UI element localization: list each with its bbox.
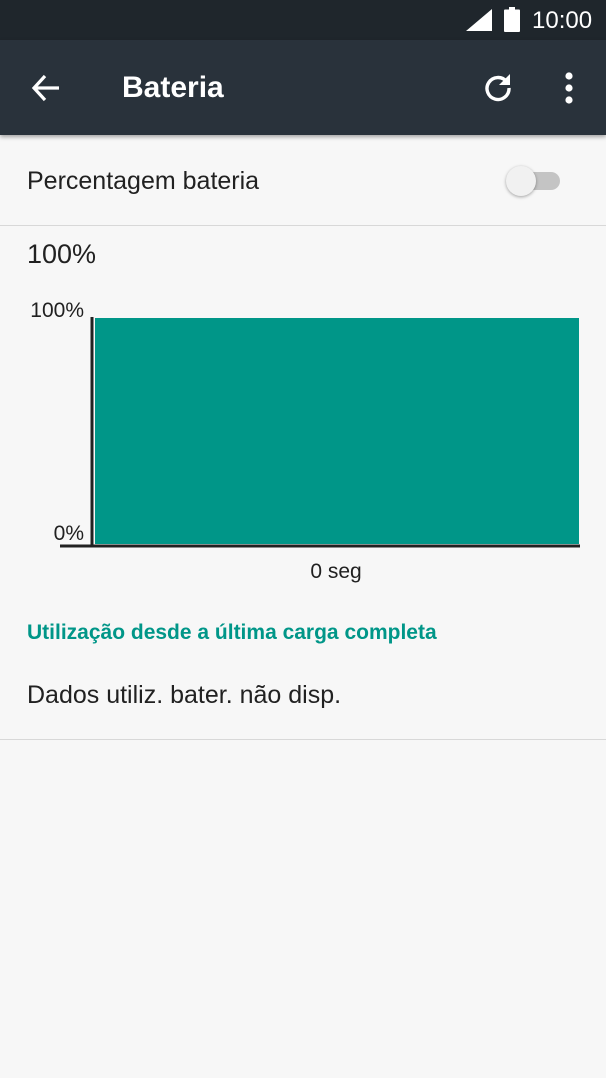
more-vert-icon[interactable] — [556, 70, 582, 106]
battery-percentage-row[interactable]: Percentagem bateria — [0, 135, 606, 226]
divider — [0, 739, 606, 740]
battery-full-icon — [504, 7, 520, 32]
cellular-signal-icon — [466, 9, 492, 31]
y-tick-label-max: 100% — [30, 299, 84, 322]
battery-level: 100% — [27, 239, 97, 269]
battery-history-chart: 100% 0% 0 seg — [0, 290, 606, 590]
usage-section-header: Utilização desde a última carga completa — [27, 621, 437, 644]
usage-unavailable-text: Dados utiliz. bater. não disp. — [27, 681, 342, 709]
refresh-icon[interactable] — [480, 70, 516, 106]
back-arrow-icon[interactable] — [30, 72, 62, 104]
status-time: 10:00 — [532, 7, 593, 34]
battery-history-svg: 100% 0% 0 seg — [30, 299, 580, 583]
battery-percentage-label: Percentagem bateria — [27, 167, 260, 195]
x-axis-label: 0 seg — [310, 560, 361, 583]
y-tick-label-min: 0% — [54, 522, 84, 545]
battery-percentage-switch[interactable] — [506, 166, 562, 196]
switch-thumb — [506, 166, 536, 196]
app-bar: Bateria — [0, 40, 606, 135]
battery-level-area — [95, 318, 579, 544]
status-bar: 10:00 — [0, 0, 606, 40]
page-title: Bateria — [122, 71, 224, 104]
